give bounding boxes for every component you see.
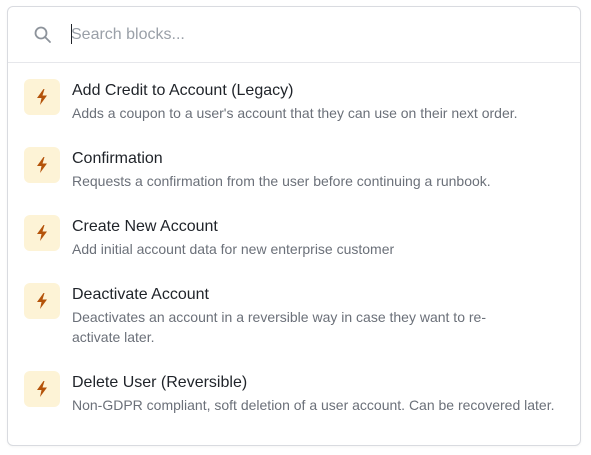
- block-item-deactivate-account[interactable]: Deactivate Account Deactivates an accoun…: [8, 279, 580, 355]
- lightning-icon: [24, 371, 60, 407]
- block-description: Requests a confirmation from the user be…: [72, 173, 491, 189]
- block-title: Add Credit to Account (Legacy): [72, 82, 294, 99]
- block-description: Non-GDPR compliant, soft deletion of a u…: [72, 397, 555, 413]
- text-cursor: [71, 24, 72, 44]
- block-title: Confirmation: [72, 150, 163, 167]
- search-icon: [33, 25, 53, 45]
- search-input[interactable]: [71, 21, 551, 49]
- lightning-icon: [24, 215, 60, 251]
- block-item-confirmation[interactable]: Confirmation Requests a confirmation fro…: [8, 143, 580, 199]
- block-title: Create New Account: [72, 218, 218, 235]
- lightning-icon: [24, 79, 60, 115]
- block-title: Deactivate Account: [72, 286, 209, 303]
- block-item-delete-user[interactable]: Delete User (Reversible) Non-GDPR compli…: [8, 367, 580, 443]
- block-picker-panel: Add Credit to Account (Legacy) Adds a co…: [7, 6, 581, 446]
- block-description: Add initial account data for new enterpr…: [72, 241, 395, 257]
- lightning-icon: [24, 147, 60, 183]
- block-description: Adds a coupon to a user's account that t…: [72, 105, 518, 121]
- lightning-icon: [24, 283, 60, 319]
- block-item-add-credit[interactable]: Add Credit to Account (Legacy) Adds a co…: [8, 75, 580, 131]
- block-description: Deactivates an account in a reversible w…: [72, 309, 486, 345]
- search-bar: [8, 7, 580, 63]
- block-item-create-new-account[interactable]: Create New Account Add initial account d…: [8, 211, 580, 267]
- block-title: Delete User (Reversible): [72, 374, 248, 391]
